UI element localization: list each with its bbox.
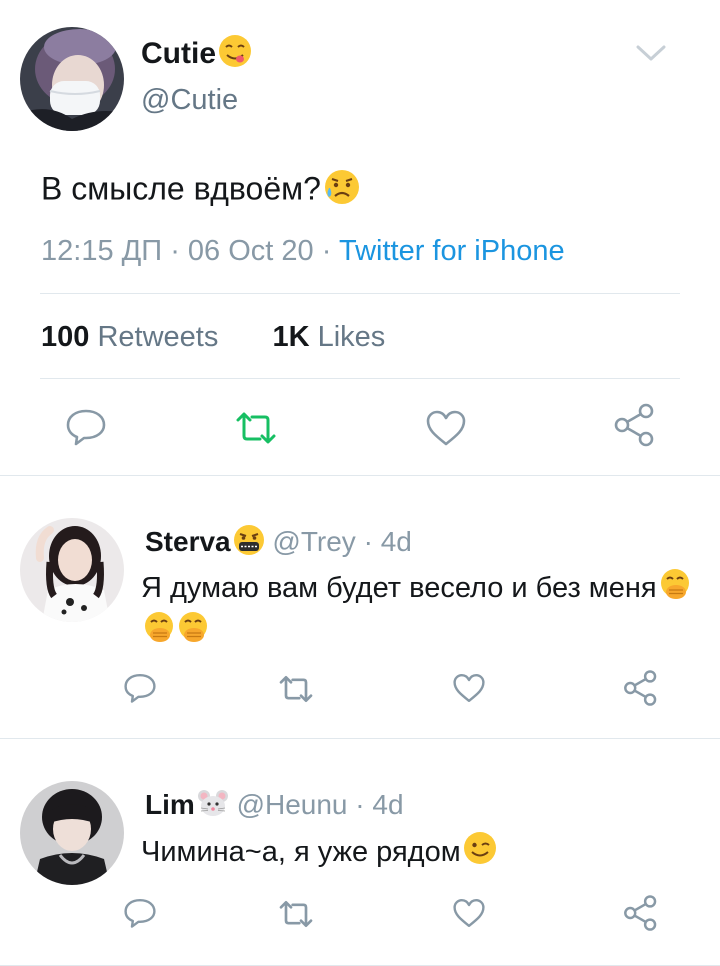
- retweet-icon: [232, 412, 280, 450]
- hand-over-mouth-emoji: [177, 611, 209, 654]
- handle[interactable]: @Cutie: [141, 84, 238, 117]
- tweet-meta: 12:15 ДП · 06 Oct 20 · Twitter for iPhon…: [41, 235, 565, 268]
- main-tweet: Cutie @Cutie В смысле вдвоём? 12:15 ДП ·…: [0, 0, 720, 476]
- reply-tweet: Sterva @Trey · 4d Я думаю вам будет весе…: [0, 476, 720, 739]
- like-button[interactable]: [451, 897, 487, 934]
- meta-separator: ·: [321, 235, 332, 267]
- share-button[interactable]: [622, 669, 660, 712]
- reply-text: Я думаю вам будет весело и без меня: [141, 568, 701, 654]
- tweet-date: 06 Oct 20: [187, 235, 314, 267]
- meta-separator: ·: [355, 788, 365, 820]
- reply-text-content: Я думаю вам будет весело и без меня: [141, 572, 657, 605]
- reply-handle[interactable]: @Trey: [272, 526, 355, 557]
- retweet-icon: [276, 676, 316, 708]
- display-name-text: Cutie: [141, 36, 216, 70]
- mouse-face-emoji: [197, 787, 229, 826]
- reply-author[interactable]: Lim @Heunu · 4d: [145, 787, 404, 826]
- likes-count: 1K: [272, 321, 310, 353]
- reply-text-content: Чимина~а, я уже рядом: [141, 836, 461, 869]
- retweets-stat[interactable]: 100 Retweets: [41, 321, 218, 353]
- tweet-time: 12:15 ДП: [41, 235, 163, 267]
- meta-separator: ·: [363, 525, 373, 557]
- retweets-count: 100: [41, 321, 90, 353]
- avatar[interactable]: [20, 27, 124, 131]
- avatar[interactable]: [20, 518, 124, 622]
- retweets-label: Retweets: [97, 321, 219, 353]
- chevron-down-icon[interactable]: [636, 44, 666, 69]
- display-name[interactable]: Cutie: [141, 34, 252, 76]
- winking-face-emoji: [463, 831, 497, 876]
- hand-over-mouth-emoji: [659, 568, 691, 611]
- reply-tweet: Lim @Heunu · 4d Чимина~а, я уже рядом: [0, 739, 720, 966]
- likes-stat[interactable]: 1K Likes: [272, 321, 385, 353]
- reply-icon: [122, 899, 158, 933]
- display-name-text: Lim: [145, 788, 195, 820]
- cursing-face-emoji: [233, 524, 265, 563]
- like-button[interactable]: [424, 408, 468, 453]
- yum-face-emoji: [218, 34, 252, 76]
- share-icon: [622, 670, 660, 711]
- retweet-button[interactable]: [276, 899, 316, 934]
- reply-author[interactable]: Sterva @Trey · 4d: [145, 524, 412, 563]
- share-icon: [622, 895, 660, 936]
- divider: [40, 293, 680, 294]
- sad-sweat-face-emoji: [323, 168, 361, 214]
- likes-label: Likes: [317, 321, 386, 353]
- reply-button[interactable]: [122, 897, 158, 934]
- reply-icon: [122, 674, 158, 708]
- reply-text: Чимина~а, я уже рядом: [141, 831, 701, 876]
- reply-icon: [64, 409, 108, 451]
- tweet-text: В смысле вдвоём?: [41, 168, 361, 214]
- avatar[interactable]: [20, 781, 124, 885]
- like-button[interactable]: [451, 672, 487, 709]
- reply-button[interactable]: [64, 407, 108, 452]
- like-icon: [451, 674, 487, 708]
- tweet-stats: 100 Retweets 1K Likes: [41, 321, 385, 354]
- retweet-button[interactable]: [232, 410, 280, 451]
- retweet-button[interactable]: [276, 674, 316, 709]
- reply-handle[interactable]: @Heunu: [237, 789, 348, 820]
- display-name-text: Sterva: [145, 525, 231, 557]
- tweet-source-link[interactable]: Twitter for iPhone: [339, 235, 565, 267]
- retweet-icon: [276, 901, 316, 933]
- share-icon: [612, 403, 658, 452]
- tweet-text-content: В смысле вдвоём?: [41, 170, 321, 207]
- hand-over-mouth-emoji: [143, 611, 175, 654]
- share-button[interactable]: [622, 894, 660, 937]
- divider: [40, 378, 680, 379]
- like-icon: [424, 410, 468, 452]
- meta-separator: ·: [170, 235, 180, 267]
- reply-age: 4d: [372, 788, 404, 820]
- reply-button[interactable]: [122, 672, 158, 709]
- reply-age: 4d: [380, 525, 412, 557]
- share-button[interactable]: [612, 402, 658, 453]
- like-icon: [451, 899, 487, 933]
